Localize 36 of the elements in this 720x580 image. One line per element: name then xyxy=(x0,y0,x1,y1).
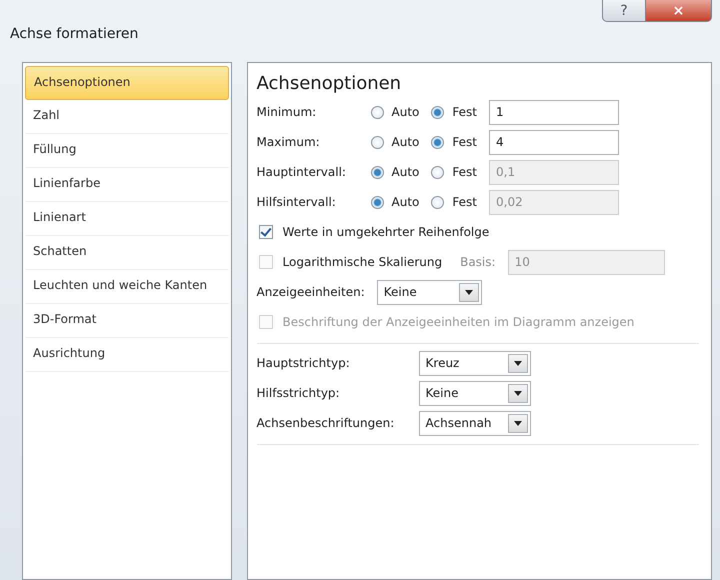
field-label: Hilfsintervall: xyxy=(256,195,337,209)
field-label: Basis: xyxy=(460,255,496,269)
checkbox-option[interactable]: Werte in umgekehrter Reihenfolge xyxy=(256,217,490,247)
sidebar-item[interactable]: Schatten xyxy=(25,236,229,270)
sidebar-item[interactable]: Zahl xyxy=(25,100,229,134)
sidebar-item[interactable]: Ausrichtung xyxy=(25,338,229,372)
caret-icon[interactable] xyxy=(458,282,479,302)
dropdown[interactable]: Keine xyxy=(376,280,482,304)
caret-icon[interactable] xyxy=(508,354,528,372)
window-title: Achse formatieren xyxy=(10,26,138,42)
sidebar-item[interactable]: Achsenoptionen xyxy=(25,66,229,100)
value-field[interactable]: 1 xyxy=(489,100,619,124)
sidebar-item[interactable]: Leuchten und weiche Kanten xyxy=(25,270,229,304)
field-label: Hilfsstrichtyp: xyxy=(256,386,341,400)
field-label: Minimum: xyxy=(256,105,318,119)
sidebar-item[interactable]: Linienart xyxy=(25,202,229,236)
caret-icon[interactable] xyxy=(508,414,528,432)
panel-heading: Achsenoptionen xyxy=(256,73,402,94)
field-label: Achsenbeschriftungen: xyxy=(256,416,396,430)
dropdown[interactable]: Kreuz xyxy=(418,350,531,376)
radio-option[interactable]: Fest xyxy=(431,135,477,149)
caret-icon[interactable] xyxy=(508,384,528,402)
radio-option[interactable]: Auto xyxy=(370,135,420,149)
field-label: Hauptintervall: xyxy=(256,165,347,179)
sidebar-item[interactable]: Linienfarbe xyxy=(25,168,229,202)
value-field[interactable]: 4 xyxy=(489,130,619,154)
radio-option[interactable]: Auto xyxy=(370,105,420,119)
field-label: Anzeigeeinheiten: xyxy=(256,285,365,299)
field-label: Hauptstrichtyp: xyxy=(256,356,351,370)
help-button[interactable]: ? xyxy=(602,0,646,22)
field-label: Maximum: xyxy=(256,135,321,149)
radio-option[interactable]: Fest xyxy=(431,105,477,119)
dropdown[interactable]: Achsennah xyxy=(418,410,531,436)
sidebar-item[interactable]: Füllung xyxy=(25,134,229,168)
sidebar-item[interactable]: 3D-Format xyxy=(25,304,229,338)
dropdown[interactable]: Keine xyxy=(418,380,531,406)
